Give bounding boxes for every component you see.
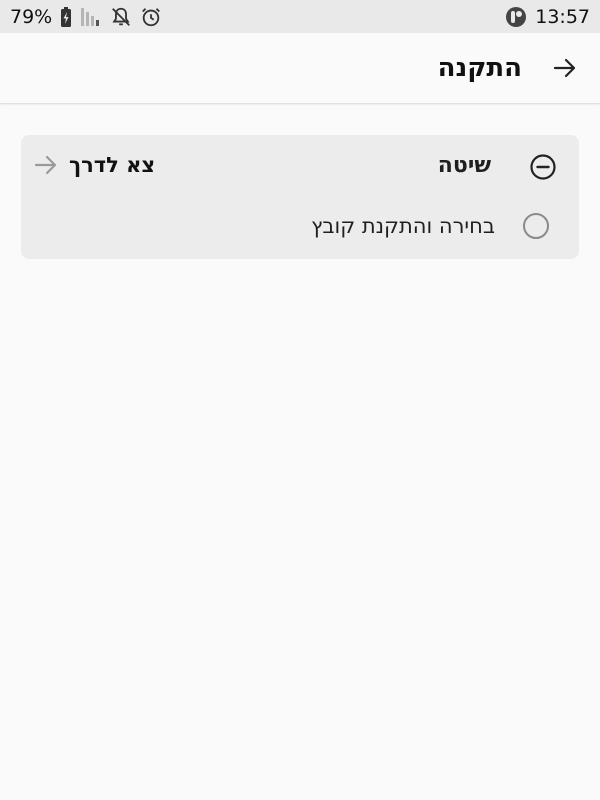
clock: 13:57: [535, 5, 590, 28]
page-title: התקנה: [437, 53, 522, 83]
status-bar: 79% 13:57: [0, 0, 600, 33]
arrow-right-icon: [33, 152, 59, 178]
arrow-right-icon[interactable]: [552, 55, 578, 81]
app-bar: התקנה: [0, 33, 600, 104]
battery-charging-icon: [60, 6, 72, 28]
app-notification-icon: [505, 6, 527, 28]
minus-circle-icon[interactable]: [529, 153, 557, 181]
option-label: בחירה והתקנת קובץ: [311, 214, 495, 238]
alarm-icon: [140, 6, 162, 28]
signal-icon: [80, 6, 102, 28]
section-title: שיטה: [437, 153, 491, 178]
radio-button[interactable]: [523, 213, 549, 239]
get-started-link[interactable]: צא לדרך: [33, 152, 155, 178]
notifications-off-icon: [110, 6, 132, 28]
status-bar-right: 13:57: [505, 6, 590, 28]
method-section-card: שיטה צא לדרך בחירה והתקנת קובץ: [21, 135, 579, 259]
battery-percentage: 79%: [10, 5, 53, 28]
get-started-label: צא לדרך: [69, 153, 156, 177]
option-select-install-file[interactable]: בחירה והתקנת קובץ: [311, 213, 549, 239]
status-bar-left: 79%: [10, 6, 162, 28]
